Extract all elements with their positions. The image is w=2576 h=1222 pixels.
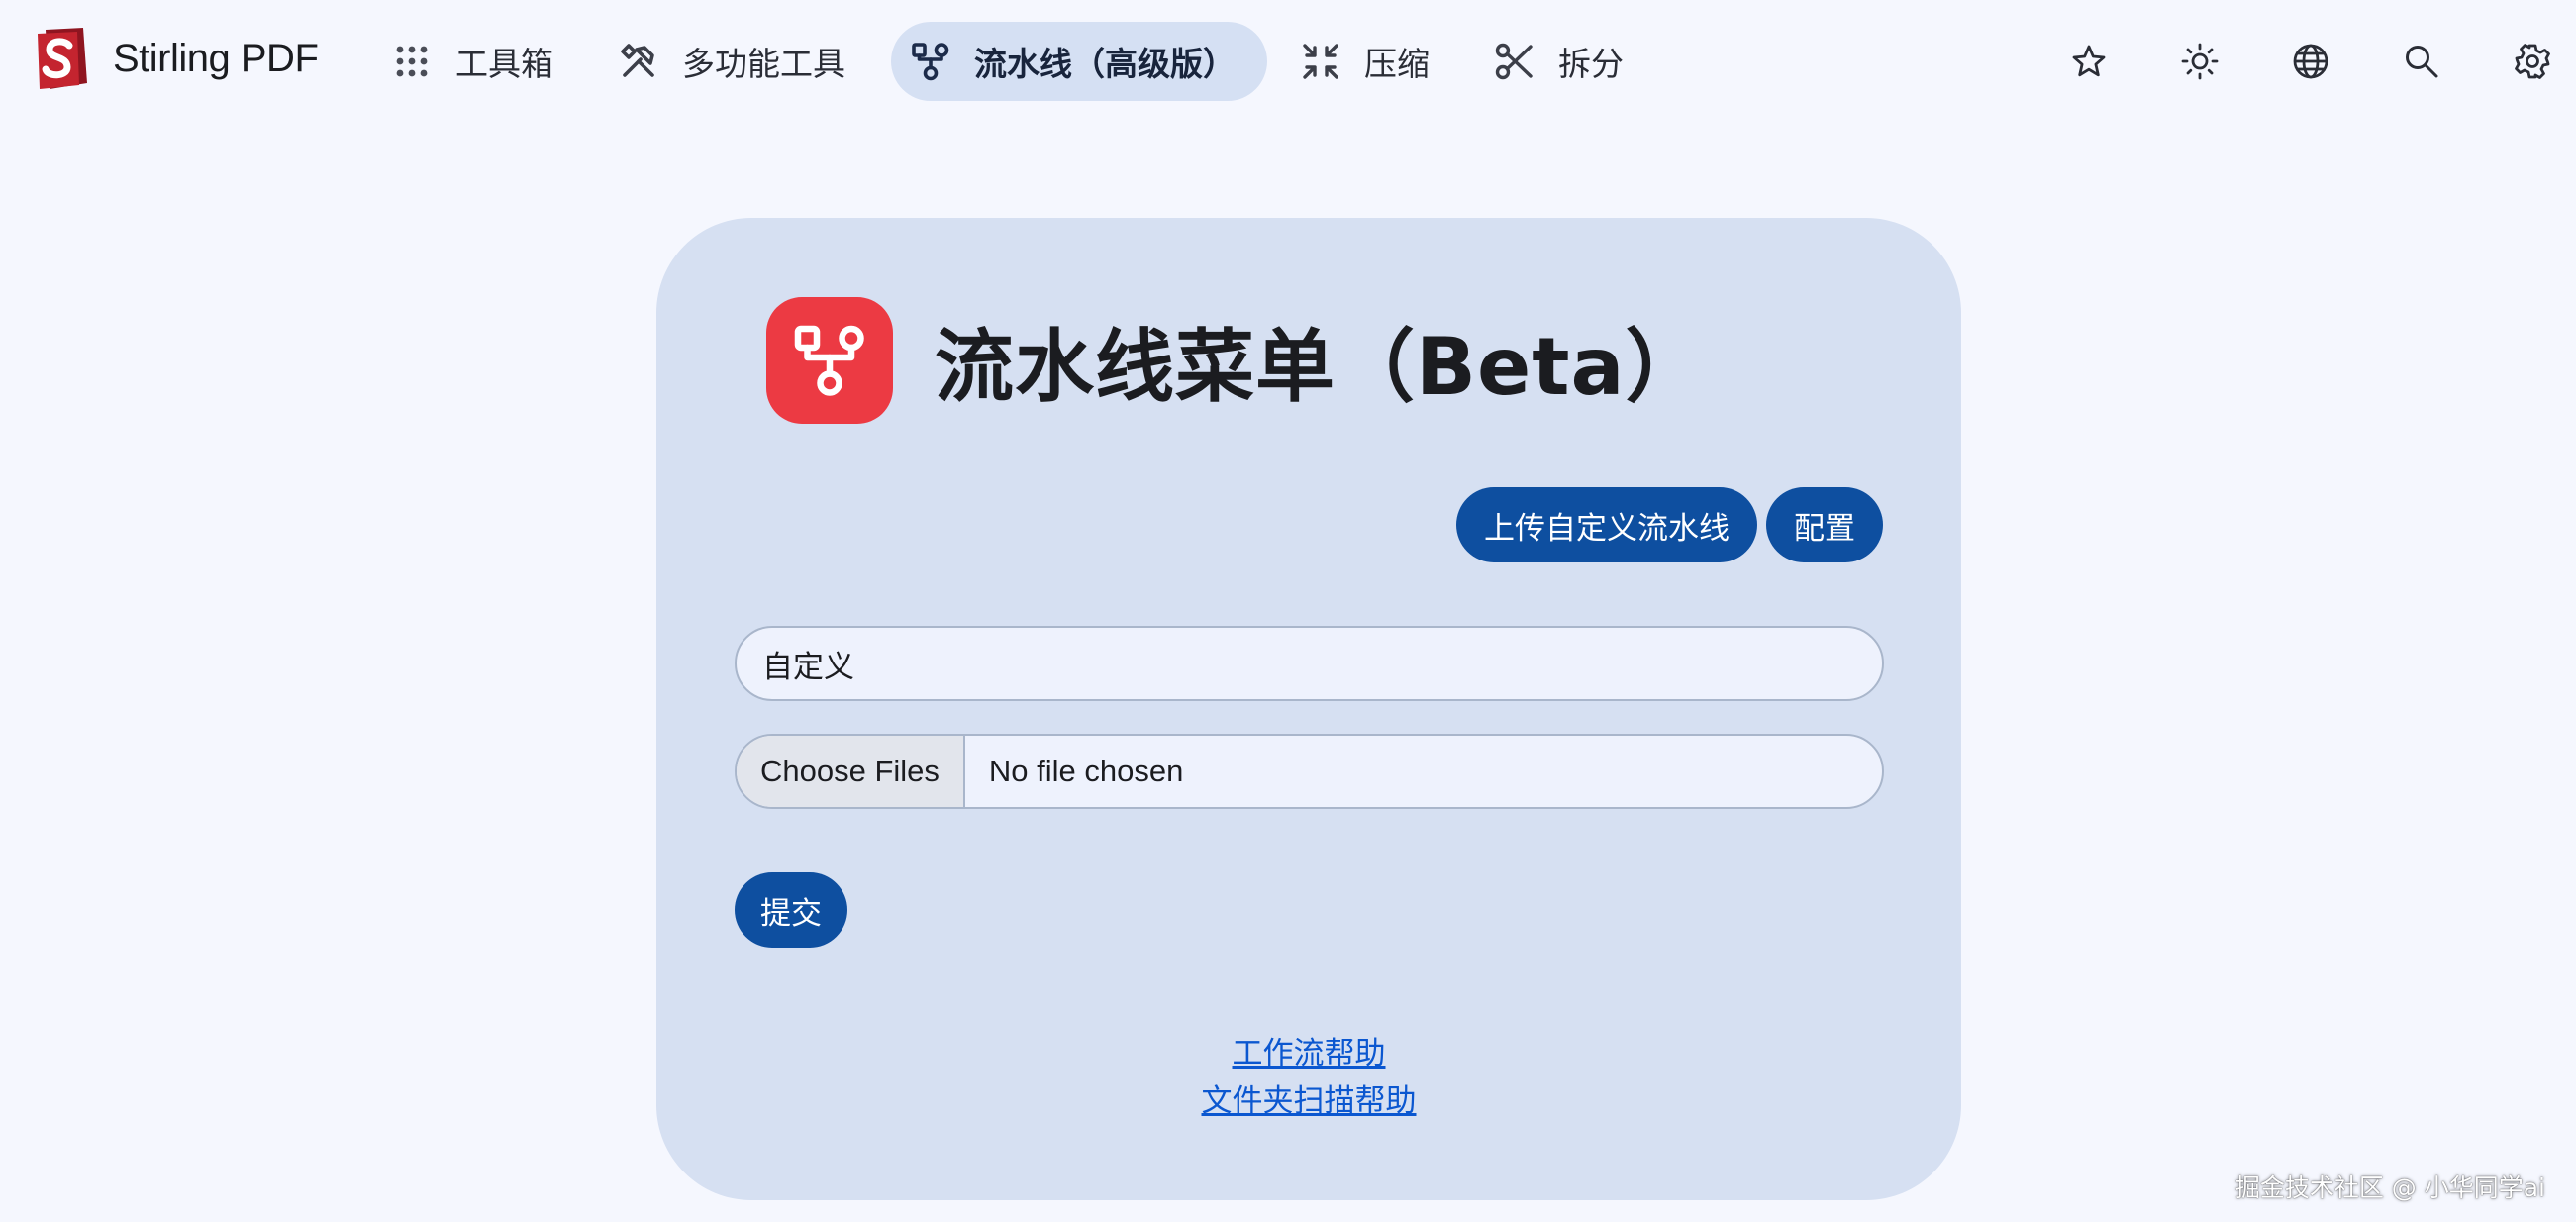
search-button[interactable] [2390, 30, 2453, 93]
nav-item-pipeline[interactable]: 流水线（高级版） [891, 22, 1267, 101]
nav-item-label: 流水线（高级版） [974, 45, 1236, 83]
nav-item-compress[interactable]: 压缩 [1281, 22, 1461, 101]
theme-toggle-button[interactable] [2168, 30, 2231, 93]
file-input[interactable]: Choose Files No file chosen [735, 734, 1884, 809]
star-icon [2072, 45, 2106, 77]
settings-button[interactable] [2501, 30, 2564, 93]
choose-files-button[interactable]: Choose Files [737, 736, 965, 807]
nav-item-multi-tool[interactable]: 多功能工具 [599, 22, 877, 101]
upload-custom-pipeline-button[interactable]: 上传自定义流水线 [1456, 487, 1757, 562]
file-status-text: No file chosen [988, 754, 1184, 788]
submit-button[interactable]: 提交 [735, 872, 847, 948]
nav-item-toolbox[interactable]: 工具箱 [372, 22, 585, 101]
nav-item-label: 工具箱 [455, 45, 553, 83]
language-button[interactable] [2279, 30, 2342, 93]
favorites-button[interactable] [2057, 30, 2121, 93]
pipeline-select-field[interactable] [735, 626, 1884, 701]
submit-wrap: 提交 [735, 872, 847, 948]
toolbar-actions [2010, 30, 2576, 93]
theme-sun-icon [2181, 43, 2219, 80]
settings-gear-icon [2515, 44, 2550, 79]
pipeline-card: 流水线菜单（Beta） 上传自定义流水线 配置 Choose Files No … [656, 218, 1961, 1200]
pipeline-icon [794, 325, 864, 396]
pipeline-badge [766, 297, 893, 424]
language-globe-icon [2293, 44, 2328, 79]
nav-item-label: 多功能工具 [682, 45, 845, 83]
page-title: 流水线菜单（Beta） [935, 321, 1706, 413]
scissors-icon [1495, 43, 1533, 80]
tools-icon [621, 44, 654, 77]
brand[interactable]: Stirling PDF [32, 22, 319, 95]
nav-item-label: 拆分 [1558, 45, 1624, 83]
pipeline-actions: 上传自定义流水线 配置 [1456, 487, 1883, 562]
pipeline-icon [912, 43, 949, 81]
main-nav: 工具箱 多功能工具 流水线（高级版） 压缩 拆分 [372, 22, 1669, 101]
folder-scan-help-link[interactable]: 文件夹扫描帮助 [1202, 1077, 1417, 1125]
brand-name: Stirling PDF [113, 36, 319, 80]
compress-arrows-icon [1303, 44, 1338, 79]
nav-item-split[interactable]: 拆分 [1475, 22, 1655, 101]
nav-item-label: 压缩 [1364, 45, 1430, 83]
stirling-pdf-logo [38, 28, 87, 89]
help-links: 工作流帮助 文件夹扫描帮助 [656, 1030, 1961, 1125]
card-header: 流水线菜单（Beta） [766, 297, 1705, 424]
watermark: 掘金技术社区 @ 小华同学ai [2234, 1173, 2545, 1202]
configure-button[interactable]: 配置 [1766, 487, 1883, 562]
workflow-help-link[interactable]: 工作流帮助 [1233, 1030, 1386, 1077]
grid-dots-icon [396, 46, 428, 77]
top-navbar: Stirling PDF 工具箱 多功能工具 流水线（高级版） 压缩 拆分 [0, 0, 2576, 124]
search-icon [2406, 46, 2438, 78]
